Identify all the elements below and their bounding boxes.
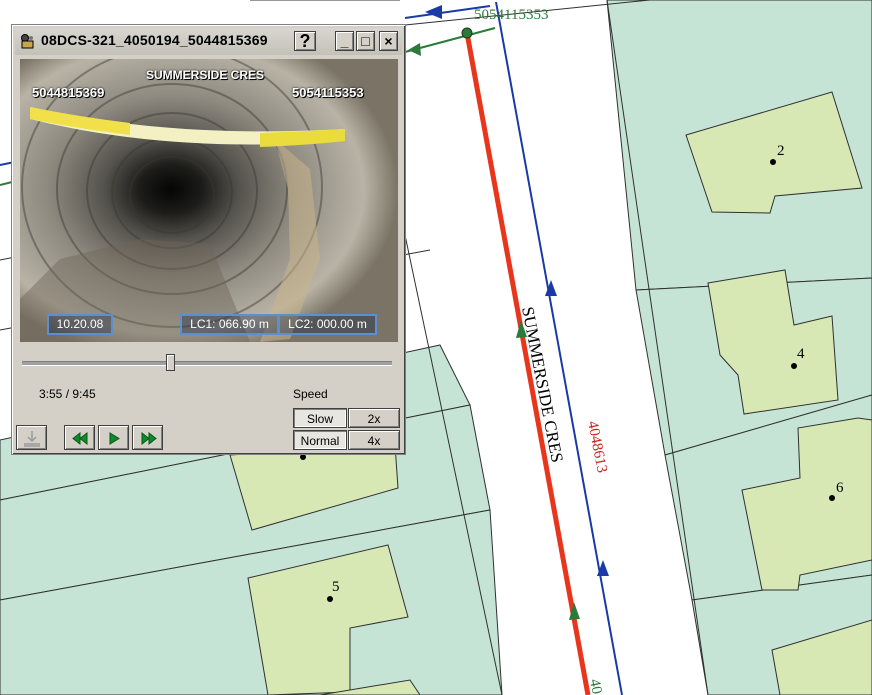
video-upstream-mh-overlay: 5044815369 [32, 85, 105, 100]
play-button[interactable] [98, 425, 129, 450]
manhole-node[interactable] [461, 27, 473, 39]
minimize-button[interactable]: _ [335, 31, 354, 51]
speed-normal-button[interactable]: Normal [293, 430, 347, 450]
speed-slow-button[interactable]: Slow [293, 408, 347, 428]
speed-label: Speed [293, 387, 328, 401]
video-player-window[interactable]: 08DCS-321_4050194_5044815369 ? _ □ × SUM… [11, 24, 406, 455]
title-bar[interactable]: 08DCS-321_4050194_5044815369 ? _ □ × [15, 28, 402, 55]
maximize-button[interactable]: □ [356, 31, 375, 51]
app-icon [21, 34, 34, 49]
fast-forward-button[interactable] [132, 425, 163, 450]
speed-4x-button[interactable]: 4x [348, 430, 400, 450]
help-button[interactable]: ? [294, 31, 316, 51]
fast-forward-icon [141, 431, 157, 446]
house-number-4: 4 [797, 346, 805, 362]
house-number-6: 6 [836, 480, 844, 496]
house-number-2: 2 [777, 143, 785, 159]
video-downstream-mh-overlay: 5054115353 [292, 85, 364, 100]
video-lc1-overlay: LC1: 066.90 m [180, 314, 279, 335]
seek-slider-track[interactable] [22, 361, 392, 366]
rewind-button[interactable] [64, 425, 95, 450]
export-icon [24, 431, 40, 447]
video-date-overlay: 10.20.08 [47, 314, 113, 335]
seek-slider-thumb[interactable] [165, 354, 175, 371]
manhole-id-label-bottom: 40 [586, 678, 605, 695]
video-frame[interactable]: SUMMERSIDE CRES 5044815369 5054115353 10… [20, 59, 398, 342]
playback-time: 3:55 / 9:45 [39, 387, 96, 401]
close-button[interactable]: × [379, 31, 398, 51]
video-lc2-overlay: LC2: 000.00 m [278, 314, 377, 335]
video-street-overlay: SUMMERSIDE CRES [146, 68, 265, 82]
window-title: 08DCS-321_4050194_5044815369 [41, 32, 268, 48]
play-icon [109, 432, 120, 445]
house-number-5: 5 [332, 579, 340, 595]
rewind-icon [72, 431, 88, 446]
speed-2x-button[interactable]: 2x [348, 408, 400, 428]
pipe-interior-image [20, 59, 398, 342]
export-button[interactable] [16, 425, 47, 450]
manhole-id-label: 5054115353 [474, 7, 548, 23]
